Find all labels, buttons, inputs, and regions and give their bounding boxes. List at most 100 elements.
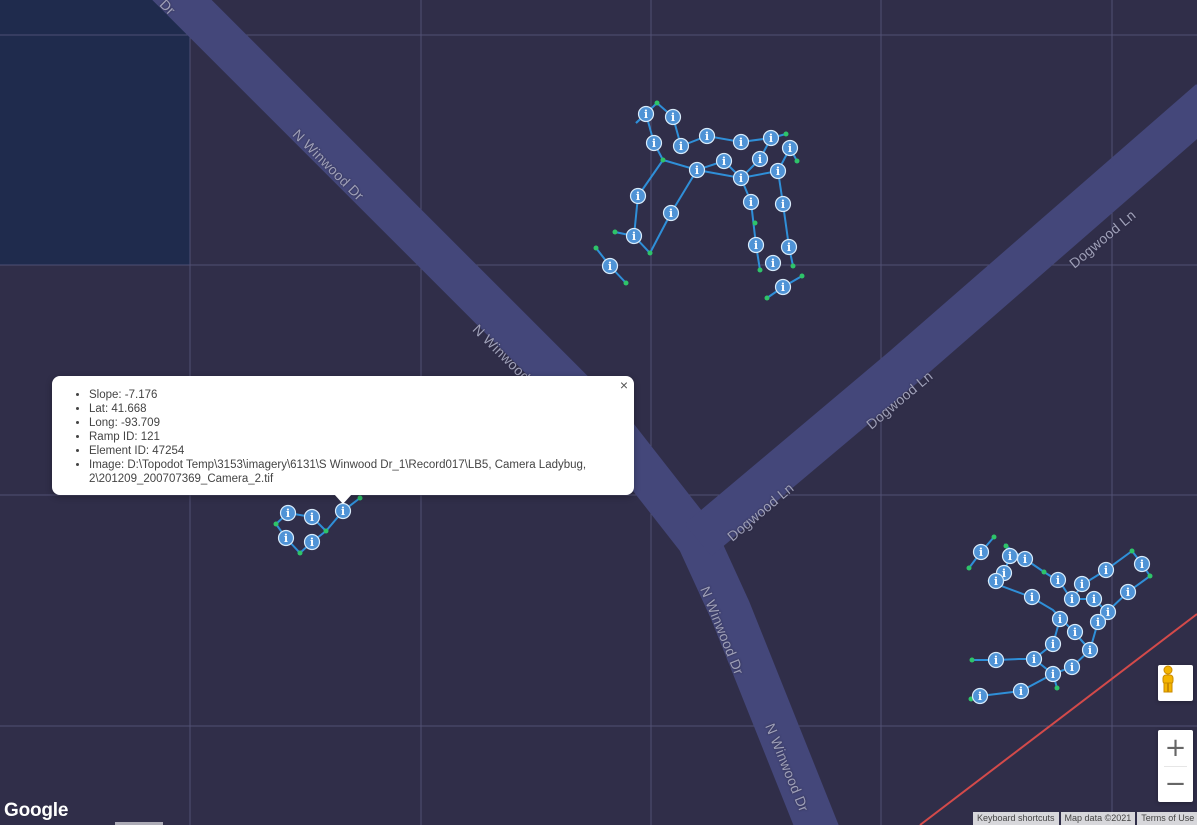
info-marker-icon[interactable]: i	[277, 529, 295, 547]
info-marker-icon[interactable]: i	[1063, 658, 1081, 676]
marker-glyph: i	[776, 165, 780, 178]
info-marker-icon[interactable]: i	[1025, 650, 1043, 668]
ramp-endpoint	[783, 131, 789, 137]
info-marker-icon[interactable]: i	[279, 504, 297, 522]
info-marker-icon[interactable]: i	[1119, 583, 1137, 601]
info-marker-icon[interactable]: i	[1023, 588, 1041, 606]
marker-glyph: i	[1030, 591, 1034, 604]
info-marker-icon[interactable]: i	[688, 161, 706, 179]
marker-glyph: i	[679, 140, 683, 153]
ramp-endpoint	[593, 245, 599, 251]
info-marker-icon[interactable]: i	[971, 687, 989, 705]
ramp-endpoint	[794, 158, 800, 164]
info-marker-icon[interactable]: i	[662, 204, 680, 222]
info-marker-icon[interactable]: i	[764, 254, 782, 272]
info-marker-icon[interactable]: i	[1063, 590, 1081, 608]
info-marker-icon[interactable]: i	[601, 257, 619, 275]
map-data-text[interactable]: Map data ©2021	[1060, 812, 1136, 825]
info-marker-icon[interactable]: i	[1066, 623, 1084, 641]
marker-glyph: i	[994, 575, 998, 588]
marker-glyph: i	[669, 207, 673, 220]
ramp-endpoint	[1041, 569, 1047, 575]
info-marker-icon[interactable]: i	[672, 137, 690, 155]
info-marker-icon[interactable]: i	[762, 129, 780, 147]
info-marker-icon[interactable]: i	[637, 105, 655, 123]
marker-glyph: i	[1140, 558, 1144, 571]
info-element-id: Element ID: 47254	[89, 444, 614, 458]
info-marker-icon[interactable]: i	[742, 193, 760, 211]
marker-glyph: i	[1080, 578, 1084, 591]
info-ramp-id: Ramp ID: 121	[89, 430, 614, 444]
close-icon[interactable]: ×	[617, 378, 631, 392]
info-marker-icon[interactable]: i	[1044, 635, 1062, 653]
info-marker-icon[interactable]: i	[629, 187, 647, 205]
info-marker-icon[interactable]: i	[972, 543, 990, 561]
info-marker-icon[interactable]: i	[987, 651, 1005, 669]
info-marker-icon[interactable]: i	[645, 134, 663, 152]
info-marker-icon[interactable]: i	[1016, 550, 1034, 568]
info-marker-icon[interactable]: i	[774, 278, 792, 296]
info-marker-icon[interactable]: i	[732, 133, 750, 151]
info-marker-icon[interactable]: i	[732, 169, 750, 187]
info-marker-icon[interactable]: i	[1097, 561, 1115, 579]
google-logo[interactable]: Google	[4, 800, 68, 822]
ramp-endpoint	[357, 495, 363, 501]
marker-glyph: i	[1051, 668, 1055, 681]
marker-glyph: i	[608, 260, 612, 273]
info-marker-icon[interactable]: i	[1001, 547, 1019, 565]
marker-glyph: i	[739, 172, 743, 185]
ramp-endpoint	[297, 550, 303, 556]
marker-glyph: i	[978, 690, 982, 703]
marker-glyph: i	[758, 153, 762, 166]
info-marker-icon[interactable]: i	[1133, 555, 1151, 573]
info-marker-icon[interactable]: i	[1073, 575, 1091, 593]
info-marker-icon[interactable]: i	[1081, 641, 1099, 659]
marker-glyph: i	[1073, 626, 1077, 639]
info-marker-icon[interactable]: i	[1049, 571, 1067, 589]
info-marker-icon[interactable]: i	[715, 152, 733, 170]
map-canvas[interactable]: iiiiiiiiiiiiiiiiiiiiiiiiiiiiiiiiiiiiiiii…	[0, 0, 1197, 825]
info-marker-icon[interactable]: i	[751, 150, 769, 168]
ramp-endpoint	[1003, 543, 1009, 549]
ramp-endpoint	[757, 267, 763, 273]
marker-glyph: i	[652, 137, 656, 150]
ramp-endpoint	[654, 100, 660, 106]
info-marker-icon[interactable]: i	[1012, 682, 1030, 700]
ramp-endpoint	[790, 263, 796, 269]
ramp-endpoint	[660, 157, 666, 163]
info-marker-icon[interactable]: i	[781, 139, 799, 157]
info-marker-icon[interactable]: i	[769, 162, 787, 180]
info-marker-icon[interactable]: i	[780, 238, 798, 256]
ramp-endpoint	[799, 273, 805, 279]
info-marker-icon[interactable]: i	[1085, 590, 1103, 608]
marker-glyph: i	[979, 546, 983, 559]
terms-of-use-link[interactable]: Terms of Use	[1137, 812, 1197, 825]
marker-glyph: i	[632, 230, 636, 243]
info-marker-icon[interactable]: i	[303, 533, 321, 551]
zoom-in-button[interactable]: +	[1158, 730, 1193, 766]
marker-glyph: i	[705, 130, 709, 143]
info-marker-icon[interactable]: i	[303, 508, 321, 526]
marker-glyph: i	[1056, 574, 1060, 587]
info-marker-icon[interactable]: i	[1044, 665, 1062, 683]
ramp-endpoint	[1054, 685, 1060, 691]
info-marker-icon[interactable]: i	[774, 195, 792, 213]
marker-glyph: i	[644, 108, 648, 121]
zoom-out-button[interactable]: −	[1158, 766, 1193, 802]
info-window: Slope: -7.176 Lat: 41.668 Long: -93.709 …	[52, 376, 634, 495]
dark-block	[0, 0, 190, 265]
info-marker-icon[interactable]: i	[698, 127, 716, 145]
info-marker-icon[interactable]: i	[987, 572, 1005, 590]
info-marker-icon[interactable]: i	[747, 236, 765, 254]
info-marker-icon[interactable]: i	[334, 502, 352, 520]
marker-glyph: i	[771, 257, 775, 270]
marker-glyph: i	[1008, 550, 1012, 563]
pegman-button[interactable]	[1158, 665, 1193, 701]
info-marker-icon[interactable]: i	[664, 108, 682, 126]
marker-glyph: i	[1032, 653, 1036, 666]
ramp-endpoint	[647, 250, 653, 256]
info-marker-icon[interactable]: i	[1051, 610, 1069, 628]
keyboard-shortcuts-link[interactable]: Keyboard shortcuts	[973, 812, 1059, 825]
info-marker-icon[interactable]: i	[1089, 613, 1107, 631]
info-marker-icon[interactable]: i	[625, 227, 643, 245]
